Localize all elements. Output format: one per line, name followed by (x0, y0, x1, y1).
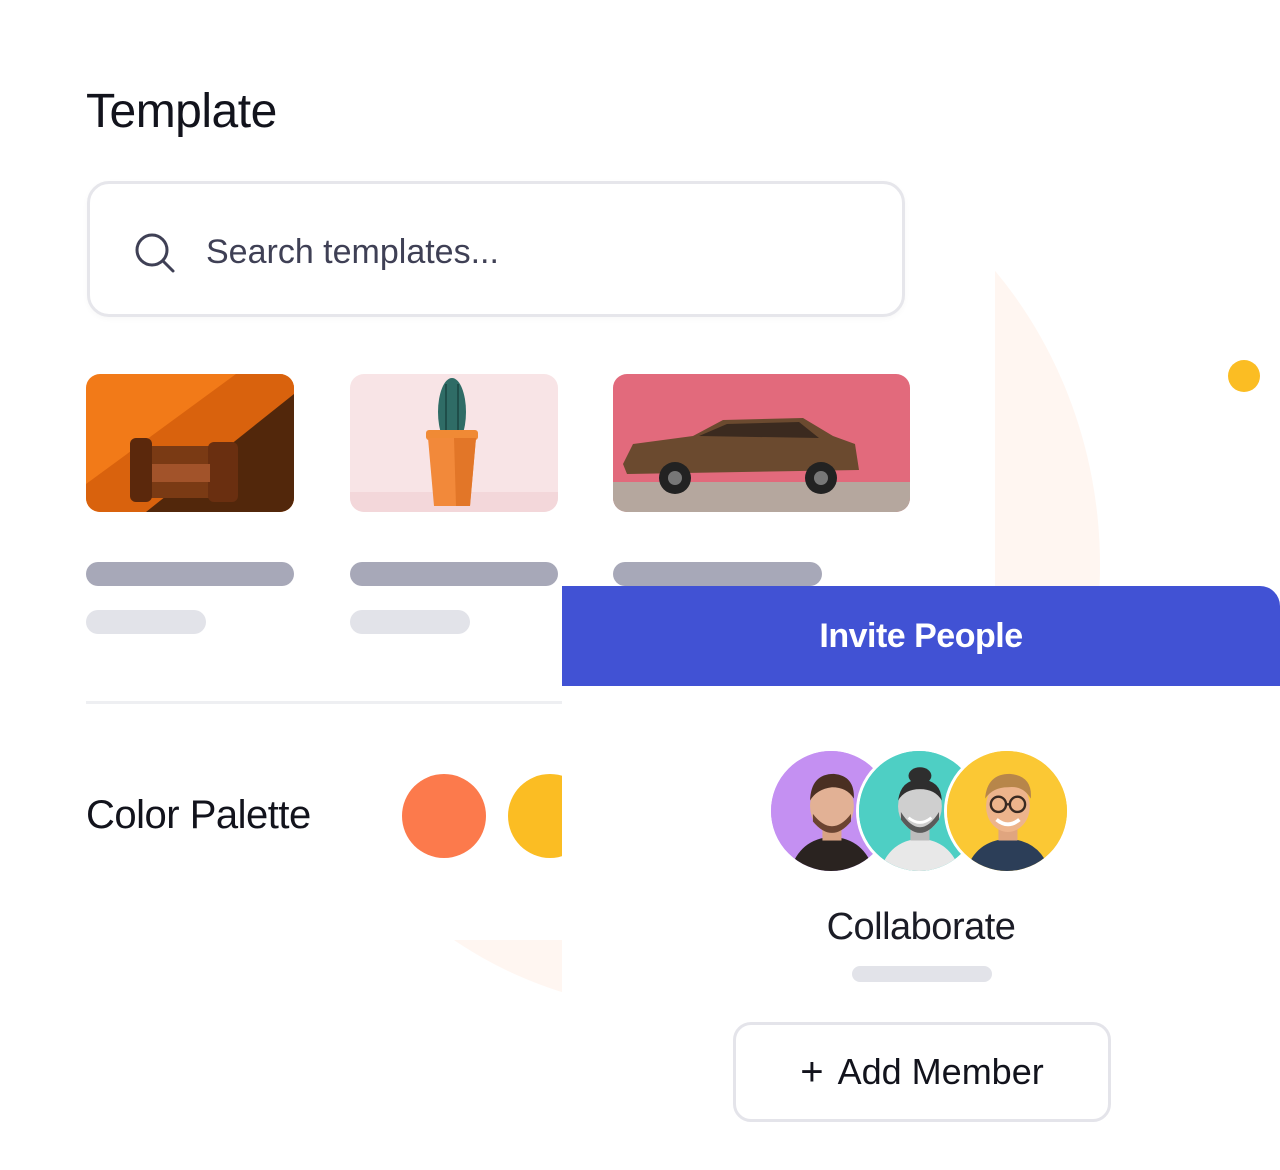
skeleton-subtitle (852, 966, 992, 982)
template-thumbnail-armchair[interactable] (86, 374, 294, 512)
add-member-label: Add Member (837, 1051, 1044, 1092)
skeleton-title-1 (86, 562, 294, 586)
skeleton-title-3 (613, 562, 822, 586)
color-palette-label: Color Palette (86, 793, 311, 837)
section-divider (86, 701, 566, 704)
color-swatch-orange[interactable] (402, 774, 486, 858)
collaborate-title: Collaborate (826, 906, 1016, 948)
decorative-dot (1228, 360, 1260, 392)
plus-icon: + (800, 1049, 824, 1094)
car-image (613, 374, 910, 512)
search-icon (135, 233, 175, 273)
avatar[interactable] (944, 748, 1070, 874)
add-member-button[interactable]: + Add Member (733, 1022, 1111, 1122)
page-title: Template (86, 85, 277, 138)
avatar-group (768, 748, 1072, 880)
search-box[interactable] (87, 181, 905, 317)
invite-people-card: Invite People Collaborate + Add Member (562, 586, 1280, 1170)
template-thumbnail-cactus[interactable] (350, 374, 558, 512)
armchair-image (86, 374, 294, 512)
cactus-image (350, 374, 558, 512)
skeleton-subtitle-1 (86, 610, 206, 634)
skeleton-subtitle-2 (350, 610, 470, 634)
search-input[interactable] (206, 222, 846, 282)
invite-header: Invite People (562, 586, 1280, 686)
skeleton-title-2 (350, 562, 558, 586)
template-thumbnail-car[interactable] (613, 374, 910, 512)
